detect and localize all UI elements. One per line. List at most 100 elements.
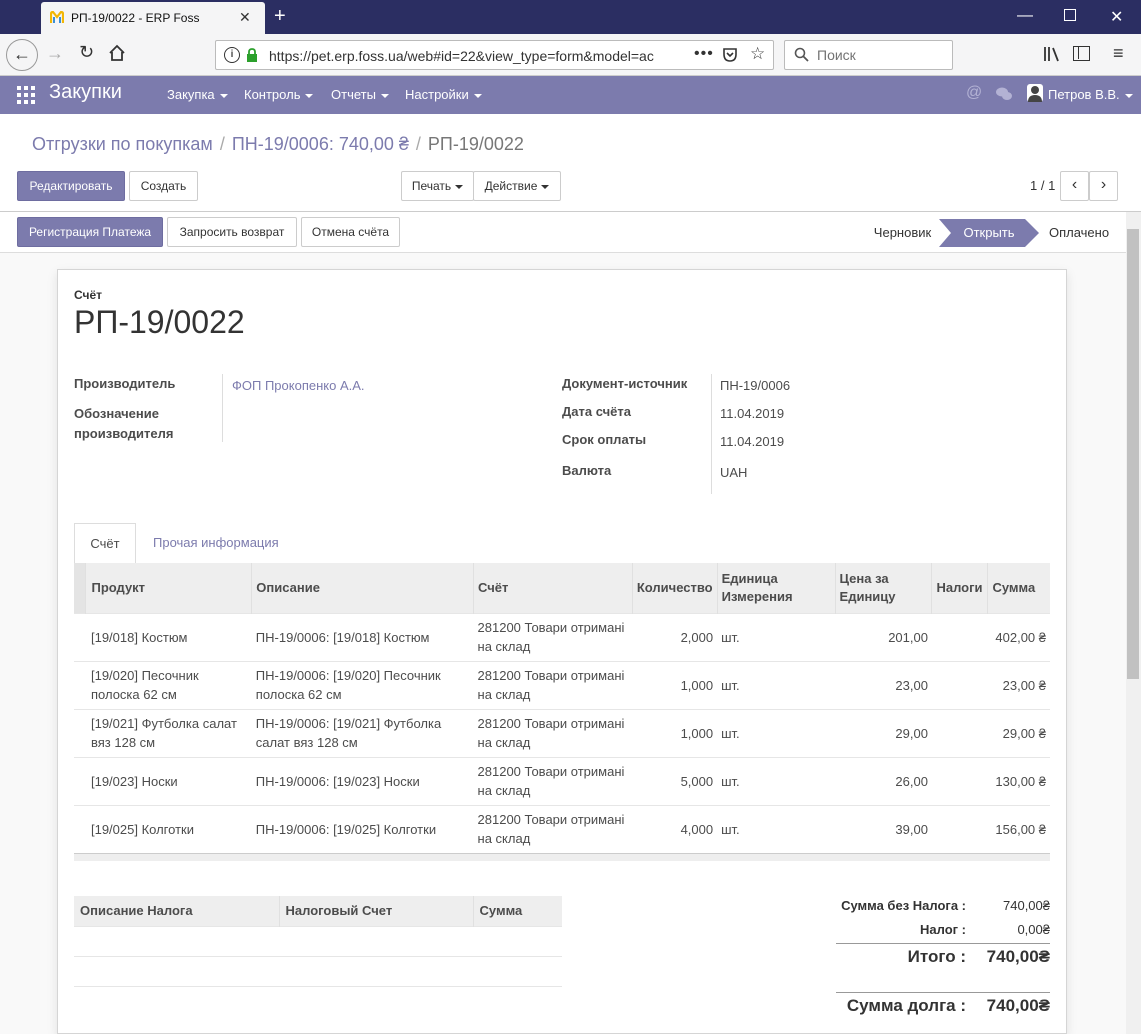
browser-tab[interactable]: РП-19/0022 - ERP Foss ✕ (41, 2, 265, 34)
tax-empty-row (74, 955, 562, 986)
pocket-icon[interactable] (722, 47, 738, 66)
column-price[interactable]: Цена за Единицу (834, 563, 932, 613)
line-product: [19/025] Колготки (85, 804, 252, 853)
menu-reports[interactable]: Отчеты (331, 87, 389, 102)
line-amount: 29,00 ₴ (987, 708, 1050, 757)
avatar[interactable] (1027, 84, 1043, 102)
request-refund-button[interactable]: Запросить возврат (167, 217, 297, 247)
row-handle (74, 804, 86, 853)
line-description: ПН-19/0006: [19/020] Песочник полоска 62… (251, 660, 474, 709)
column-tax-amount[interactable]: Сумма (472, 896, 562, 926)
menu-icon[interactable]: ≡ (1113, 43, 1124, 64)
untaxed-value: 740,00₴ (1003, 898, 1050, 913)
column-description[interactable]: Описание (251, 563, 474, 613)
close-window-icon[interactable]: ✕ (1110, 7, 1123, 27)
bookmark-star-icon[interactable]: ☆ (750, 44, 765, 64)
line-account: 281200 Товари отримані на склад (473, 804, 633, 853)
edit-button[interactable]: Редактировать (17, 171, 125, 201)
line-quantity: 4,000 (632, 804, 718, 853)
vendor-link[interactable]: ФОП Прокопенко А.А. (232, 378, 365, 393)
menu-purchase[interactable]: Закупка (167, 87, 228, 102)
pager-value[interactable]: 1 / 1 (1030, 178, 1055, 193)
currency-value: UAH (720, 465, 748, 480)
tax-header-row: Описание Налога Налоговый Счет Сумма (74, 896, 562, 926)
browser-search[interactable]: Поиск (784, 40, 953, 70)
action-button[interactable]: Действие (473, 171, 561, 201)
column-product[interactable]: Продукт (85, 563, 252, 613)
line-amount: 402,00 ₴ (987, 612, 1050, 661)
stage-draft[interactable]: Черновик (866, 219, 939, 247)
line-uom: шт. (717, 756, 836, 805)
mention-icon[interactable]: @ (966, 84, 982, 102)
line-uom: шт. (717, 708, 836, 757)
tab-other-info[interactable]: Прочая информация (153, 535, 279, 550)
home-icon[interactable] (108, 44, 126, 65)
invoice-date-value: 11.04.2019 (720, 406, 785, 421)
field-divider (222, 374, 223, 442)
apps-grid-icon[interactable] (17, 86, 35, 104)
column-tax-description[interactable]: Описание Налога (74, 896, 279, 926)
lock-icon (246, 48, 258, 66)
create-button[interactable]: Создать (129, 171, 198, 201)
breadcrumb-order[interactable]: ПН-19/0006: 740,00 ₴ (232, 134, 409, 154)
url-bar[interactable]: i https://pet.erp.foss.ua/web#id=22&view… (215, 40, 774, 70)
column-amount[interactable]: Сумма (987, 563, 1050, 613)
row-handle (74, 756, 86, 805)
breadcrumb-current: РП-19/0022 (427, 134, 524, 154)
app-title[interactable]: Закупки (49, 81, 122, 104)
scrollbar-thumb[interactable] (1127, 229, 1139, 679)
line-description: ПН-19/0006: [19/023] Носки (251, 756, 474, 805)
close-tab-icon[interactable]: ✕ (239, 9, 251, 26)
pager-prev-icon[interactable]: ‹ (1060, 171, 1089, 201)
column-taxes[interactable]: Налоги (931, 563, 988, 613)
stage-open[interactable]: Открыть (939, 219, 1039, 250)
chat-icon[interactable] (995, 86, 1013, 105)
column-tax-account[interactable]: Налоговый Счет (278, 896, 473, 926)
tab-invoice[interactable]: Счёт (74, 523, 136, 565)
row-handle (74, 660, 86, 709)
stage-paid[interactable]: Оплачено (1044, 219, 1114, 247)
stage-open-label: Открыть (963, 225, 1015, 240)
search-icon (794, 47, 809, 65)
search-placeholder: Поиск (817, 47, 856, 63)
pager-next-icon[interactable]: › (1089, 171, 1118, 201)
favicon-icon (49, 10, 65, 25)
total-value: 740,00₴ (986, 947, 1050, 966)
menu-settings[interactable]: Настройки (405, 87, 482, 102)
column-quantity[interactable]: Количество (631, 563, 718, 613)
info-icon[interactable]: i (224, 47, 240, 63)
due-date-label: Срок оплаты (562, 432, 647, 447)
library-icon[interactable] (1043, 46, 1061, 65)
minimize-icon[interactable]: — (1017, 7, 1033, 25)
line-account: 281200 Товари отримані на склад (473, 756, 633, 805)
source-document-label: Документ-источник (562, 376, 688, 391)
line-uom: шт. (717, 660, 836, 709)
back-icon[interactable]: ← (6, 39, 38, 71)
maximize-icon[interactable] (1064, 9, 1076, 21)
line-quantity: 1,000 (632, 708, 718, 757)
menu-control[interactable]: Контроль (244, 87, 314, 102)
reload-icon[interactable]: ↻ (79, 42, 94, 63)
table-row[interactable]: [19/025] Колготки ПН-19/0006: [19/025] Ко… (74, 804, 1050, 853)
sidebar-icon[interactable] (1073, 46, 1090, 61)
column-uom[interactable]: Единица Измерения (716, 563, 836, 613)
line-quantity: 5,000 (632, 756, 718, 805)
line-amount: 156,00 ₴ (987, 804, 1050, 853)
table-row[interactable]: [19/018] Костюм ПН-19/0006: [19/018] Кост… (74, 612, 1050, 661)
column-account[interactable]: Счёт (473, 563, 633, 613)
print-button[interactable]: Печать (401, 171, 474, 201)
breadcrumb-shipments[interactable]: Отгрузки по покупкам (32, 134, 213, 154)
table-row[interactable]: [19/021] Футболка салат вяз 128 см ПН-19/… (74, 708, 1050, 757)
line-price: 39,00 (835, 804, 932, 853)
table-row[interactable]: [19/023] Носки ПН-19/0006: [19/023] Носки… (74, 756, 1050, 805)
user-menu[interactable]: Петров В.В. (1048, 87, 1133, 102)
vendor-label: Производитель (74, 376, 176, 391)
forward-icon[interactable]: → (46, 43, 64, 64)
register-payment-button[interactable]: Регистрация Платежа (17, 217, 163, 247)
form-sheet: Счёт РП-19/0022 Производитель ФОП Прокоп… (57, 269, 1067, 1034)
cancel-invoice-button[interactable]: Отмена счёта (301, 217, 400, 247)
new-tab-icon[interactable]: + (274, 5, 286, 28)
line-quantity: 1,000 (632, 660, 718, 709)
table-row[interactable]: [19/020] Песочник полоска 62 см ПН-19/000… (74, 660, 1050, 709)
more-actions-icon[interactable]: ••• (694, 45, 714, 63)
